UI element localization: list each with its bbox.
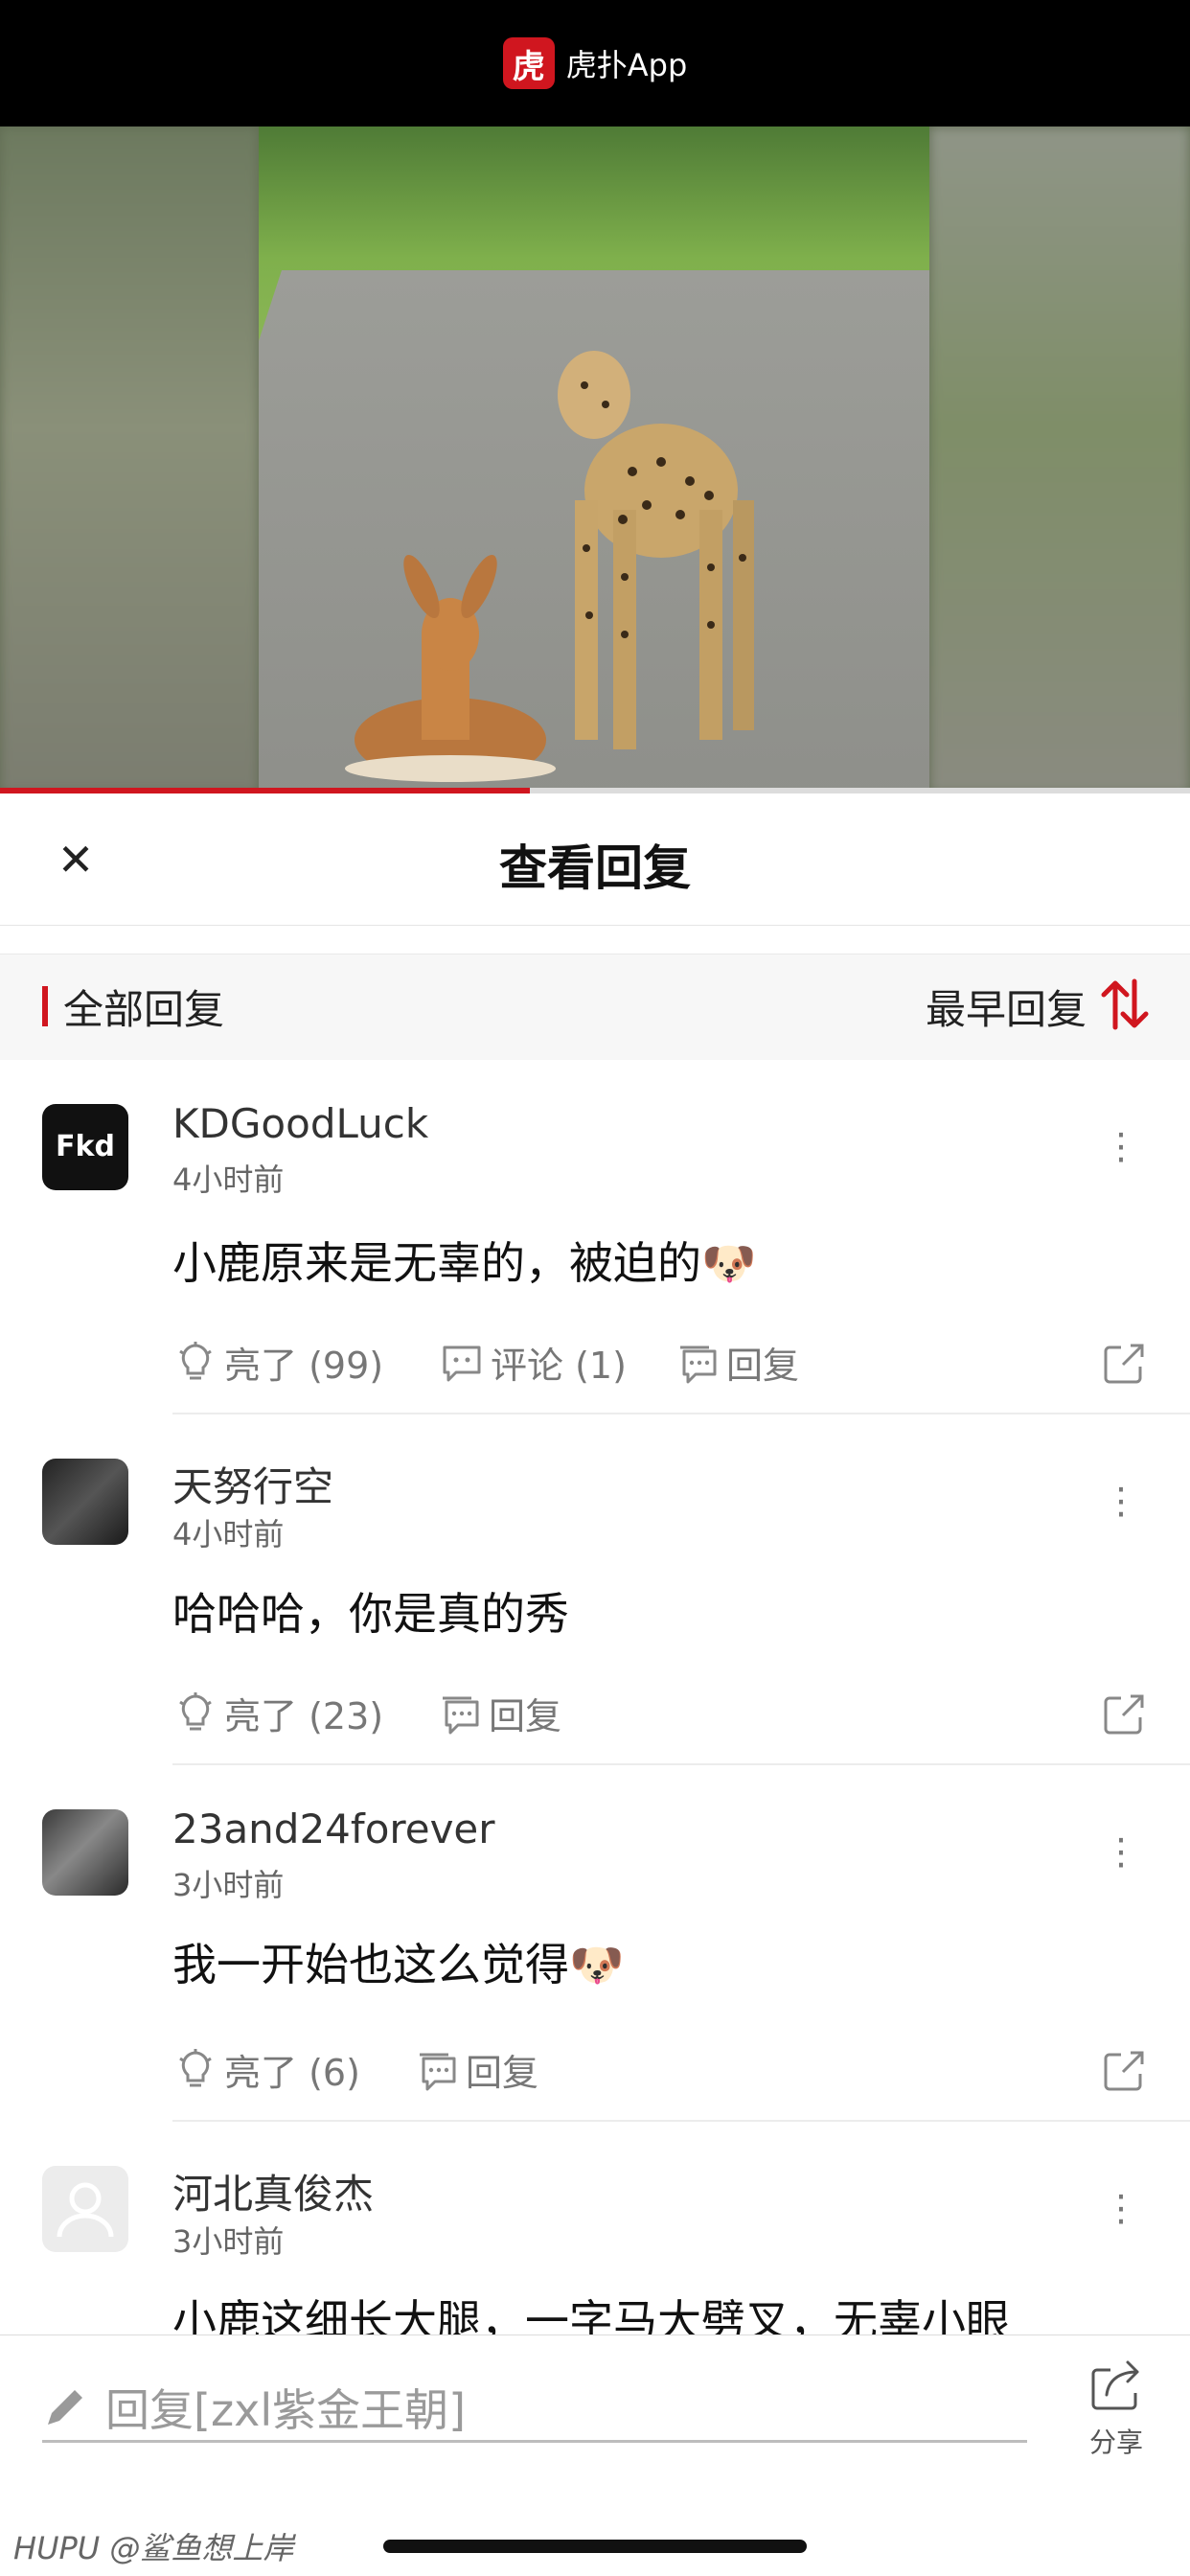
lightbulb-icon [179, 2048, 212, 2086]
comment-time: 4小时前 [172, 1162, 285, 1198]
default-avatar-icon [57, 2182, 114, 2238]
reply-button[interactable]: 回复 [414, 2043, 538, 2096]
comment-time: 3小时前 [172, 2223, 285, 2260]
comment-content: 小鹿原来是无辜的，被迫的🐶 [172, 1237, 757, 1289]
comment-button[interactable]: 评论 (1) [439, 1336, 627, 1389]
comment-actions: 亮了 (99) 评论 (1) 回复 [172, 1336, 1152, 1393]
more-options-icon[interactable]: ⋮ [1102, 2179, 1140, 2237]
sort-arrows-icon[interactable] [1098, 976, 1152, 1033]
list-item: 河北真俊杰 3小时前 ⋮ 小鹿这细长大腿，一字马大劈叉，无辜小眼 [0, 2122, 1190, 2334]
comment-username[interactable]: 天努行空 [172, 1455, 333, 1513]
comment-username[interactable]: 23and24forever [172, 1806, 495, 1852]
comment-content: 小鹿这细长大腿，一字马大劈叉，无辜小眼 [172, 2295, 1010, 2334]
reply-sheet-header: ✕ 查看回复 [0, 794, 1190, 926]
share-icon[interactable] [1102, 1342, 1146, 1386]
watermark: HUPU @鲨鱼想上岸 [13, 2530, 294, 2566]
like-button[interactable]: 亮了 (99) [172, 1336, 383, 1389]
avatar-text: Fkd [56, 1130, 115, 1163]
avatar[interactable] [42, 2166, 128, 2252]
like-button[interactable]: 亮了 (6) [172, 2043, 360, 2096]
list-item: Fkd KDGoodLuck 4小时前 ⋮ 小鹿原来是无辜的，被迫的🐶 亮了 (… [0, 1060, 1190, 1414]
comment-label: 评论 (1) [491, 1345, 627, 1387]
reply-label: 回复 [726, 1345, 800, 1387]
sort-order-button[interactable]: 最早回复 [926, 978, 1087, 1036]
avatar[interactable]: Fkd [42, 1104, 128, 1190]
lightbulb-icon [179, 1691, 212, 1730]
all-replies-label: 全部回复 [63, 986, 225, 1033]
lightbulb-icon [179, 1341, 212, 1379]
share-button[interactable]: 分享 [1073, 2357, 1159, 2462]
comment-actions: 亮了 (23) 回复 [172, 1687, 1152, 1744]
share-icon[interactable] [1102, 2049, 1146, 2093]
more-options-icon[interactable]: ⋮ [1102, 1117, 1140, 1175]
page-title: 查看回复 [499, 840, 691, 896]
filter-marker [42, 986, 48, 1026]
home-indicator[interactable] [383, 2540, 807, 2553]
app-brand[interactable]: 虎 虎扑App [502, 37, 688, 89]
reply-list[interactable]: Fkd KDGoodLuck 4小时前 ⋮ 小鹿原来是无辜的，被迫的🐶 亮了 (… [0, 1060, 1190, 2334]
comment-time: 3小时前 [172, 1867, 285, 1903]
comment-username[interactable]: 河北真俊杰 [172, 2162, 374, 2220]
video-blur-left [0, 126, 259, 794]
header-divider [0, 926, 1190, 954]
avatar[interactable] [42, 1459, 128, 1545]
video-blur-right [929, 126, 1190, 794]
reply-input[interactable]: 回复[zxl紫金王朝] [42, 2374, 1027, 2443]
more-options-icon[interactable]: ⋮ [1102, 1472, 1140, 1530]
list-item: 天努行空 4小时前 ⋮ 哈哈哈，你是真的秀 亮了 (23) 回复 [0, 1414, 1190, 1765]
comment-username[interactable]: KDGoodLuck [172, 1100, 428, 1147]
comment-content: 我一开始也这么觉得🐶 [172, 1939, 625, 1990]
reply-button[interactable]: 回复 [675, 1336, 799, 1389]
video-frame [259, 126, 929, 794]
more-options-icon[interactable]: ⋮ [1102, 1823, 1140, 1880]
like-label: 亮了 (6) [224, 2052, 360, 2094]
reply-label: 回复 [489, 1695, 562, 1737]
comment-actions: 亮了 (6) 回复 [172, 2043, 1152, 2101]
reply-placeholder: 回复[zxl紫金王朝] [105, 2383, 467, 2436]
deer-figure [345, 554, 556, 782]
comment-bubble-icon [443, 1346, 481, 1381]
reply-bubble-icon [680, 1346, 717, 1383]
reply-filter-bar: 全部回复 最早回复 [0, 954, 1190, 1060]
like-label: 亮了 (99) [224, 1345, 384, 1387]
list-item: 23and24forever 3小时前 ⋮ 我一开始也这么觉得🐶 亮了 (6) … [0, 1765, 1190, 2122]
reply-bubble-icon [443, 1696, 479, 1734]
share-icon [1091, 2360, 1139, 2410]
hupu-logo-icon: 虎 [502, 37, 555, 89]
reply-label: 回复 [466, 2052, 539, 2094]
video-player[interactable] [0, 126, 1190, 794]
share-icon[interactable] [1102, 1692, 1146, 1736]
comment-content: 哈哈哈，你是真的秀 [172, 1588, 569, 1640]
comment-time: 4小时前 [172, 1516, 285, 1552]
like-button[interactable]: 亮了 (23) [172, 1687, 383, 1739]
avatar[interactable] [42, 1809, 128, 1896]
like-label: 亮了 (23) [224, 1695, 384, 1737]
pencil-icon [48, 2389, 82, 2425]
app-topbar: 虎 虎扑App [0, 0, 1190, 126]
reply-button[interactable]: 回复 [437, 1687, 561, 1739]
reply-bubble-icon [420, 2053, 456, 2090]
share-label: 分享 [1088, 2426, 1143, 2458]
app-title: 虎扑App [565, 47, 688, 83]
